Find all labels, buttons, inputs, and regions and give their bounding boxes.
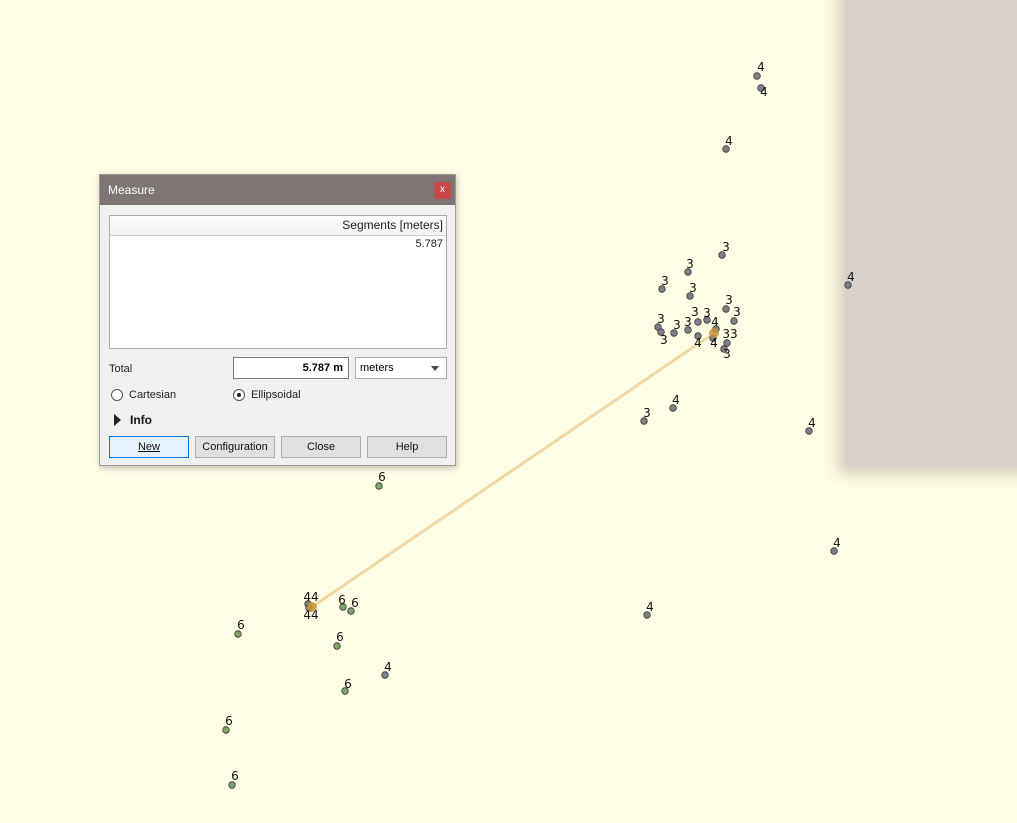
point-label: 3: [691, 305, 699, 319]
point-label: 6: [338, 593, 346, 607]
point-label: 3: [733, 305, 741, 319]
point-label: 6: [351, 596, 359, 610]
dialog-titlebar[interactable]: Measure x: [100, 175, 455, 205]
point-label: 6: [231, 769, 239, 783]
point-label: 4: [847, 270, 855, 284]
help-button-label: Help: [395, 441, 419, 453]
point-label: 6: [344, 677, 352, 691]
point-label: 3: [725, 293, 733, 307]
configuration-button-label: Configuration: [202, 441, 268, 453]
dialog-title: Measure: [108, 183, 155, 197]
total-value-field[interactable]: 5.787 m: [233, 357, 349, 379]
point-label: 4: [725, 134, 733, 148]
configuration-button[interactable]: Configuration: [195, 436, 275, 458]
segments-header[interactable]: Segments [meters]: [110, 216, 446, 236]
grey-point[interactable]: [694, 318, 702, 326]
radio-ellipsoidal[interactable]: Ellipsoidal: [233, 389, 301, 401]
measure-endpoint: [709, 328, 719, 338]
unit-dropdown[interactable]: meters: [355, 357, 447, 379]
info-label: Info: [130, 413, 152, 427]
radio-cartesian[interactable]: Cartesian: [111, 389, 176, 401]
radio-circle-icon: [111, 389, 123, 401]
point-label: 3: [657, 312, 665, 326]
total-label: Total: [109, 363, 133, 375]
point-label: 4: [646, 600, 654, 614]
point-label: 3: [703, 306, 711, 320]
point-label: 3: [723, 347, 731, 361]
point-label: 6: [225, 714, 233, 728]
new-button-label: New: [137, 441, 160, 453]
close-button-label: Close: [306, 441, 336, 453]
point-label: 4: [711, 315, 719, 329]
segments-table[interactable]: Segments [meters] 5.787: [109, 215, 447, 349]
point-label: 3: [673, 318, 681, 332]
close-icon[interactable]: x: [434, 182, 451, 199]
table-row[interactable]: 5.787: [110, 236, 446, 250]
unit-selected-value: meters: [360, 362, 394, 374]
point-label: 6: [336, 630, 344, 644]
point-label: 4: [710, 336, 718, 350]
measure-dialog: Measure x Segments [meters] 5.787 Total …: [99, 174, 456, 466]
point-label: 4: [384, 660, 392, 674]
point-label: 3: [722, 240, 730, 254]
point-label: 3: [686, 257, 694, 271]
chevron-down-icon: [431, 366, 439, 371]
close-button[interactable]: Close: [281, 436, 361, 458]
info-expander[interactable]: Info: [114, 413, 152, 427]
point-label: 3: [689, 281, 697, 295]
point-label: 3: [643, 406, 651, 420]
radio-ellipsoidal-label: Ellipsoidal: [251, 389, 301, 401]
point-label: 6: [237, 618, 245, 632]
point-label: 4: [833, 536, 841, 550]
point-label: 4: [694, 336, 702, 350]
point-label: 4: [808, 416, 816, 430]
expand-arrow-icon: [114, 414, 121, 426]
help-button[interactable]: Help: [367, 436, 447, 458]
new-button[interactable]: New: [109, 436, 189, 458]
point-label: 33: [722, 327, 737, 341]
radio-selected-icon: [233, 389, 245, 401]
point-label: 44: [303, 590, 318, 604]
point-label: 4: [760, 85, 768, 99]
point-label: 3: [660, 333, 668, 347]
measure-endpoint: [307, 602, 317, 612]
point-label: 6: [378, 470, 386, 484]
point-label: 4: [672, 393, 680, 407]
point-label: 3: [661, 274, 669, 288]
point-label: 4: [757, 60, 765, 74]
radio-cartesian-label: Cartesian: [129, 389, 177, 401]
